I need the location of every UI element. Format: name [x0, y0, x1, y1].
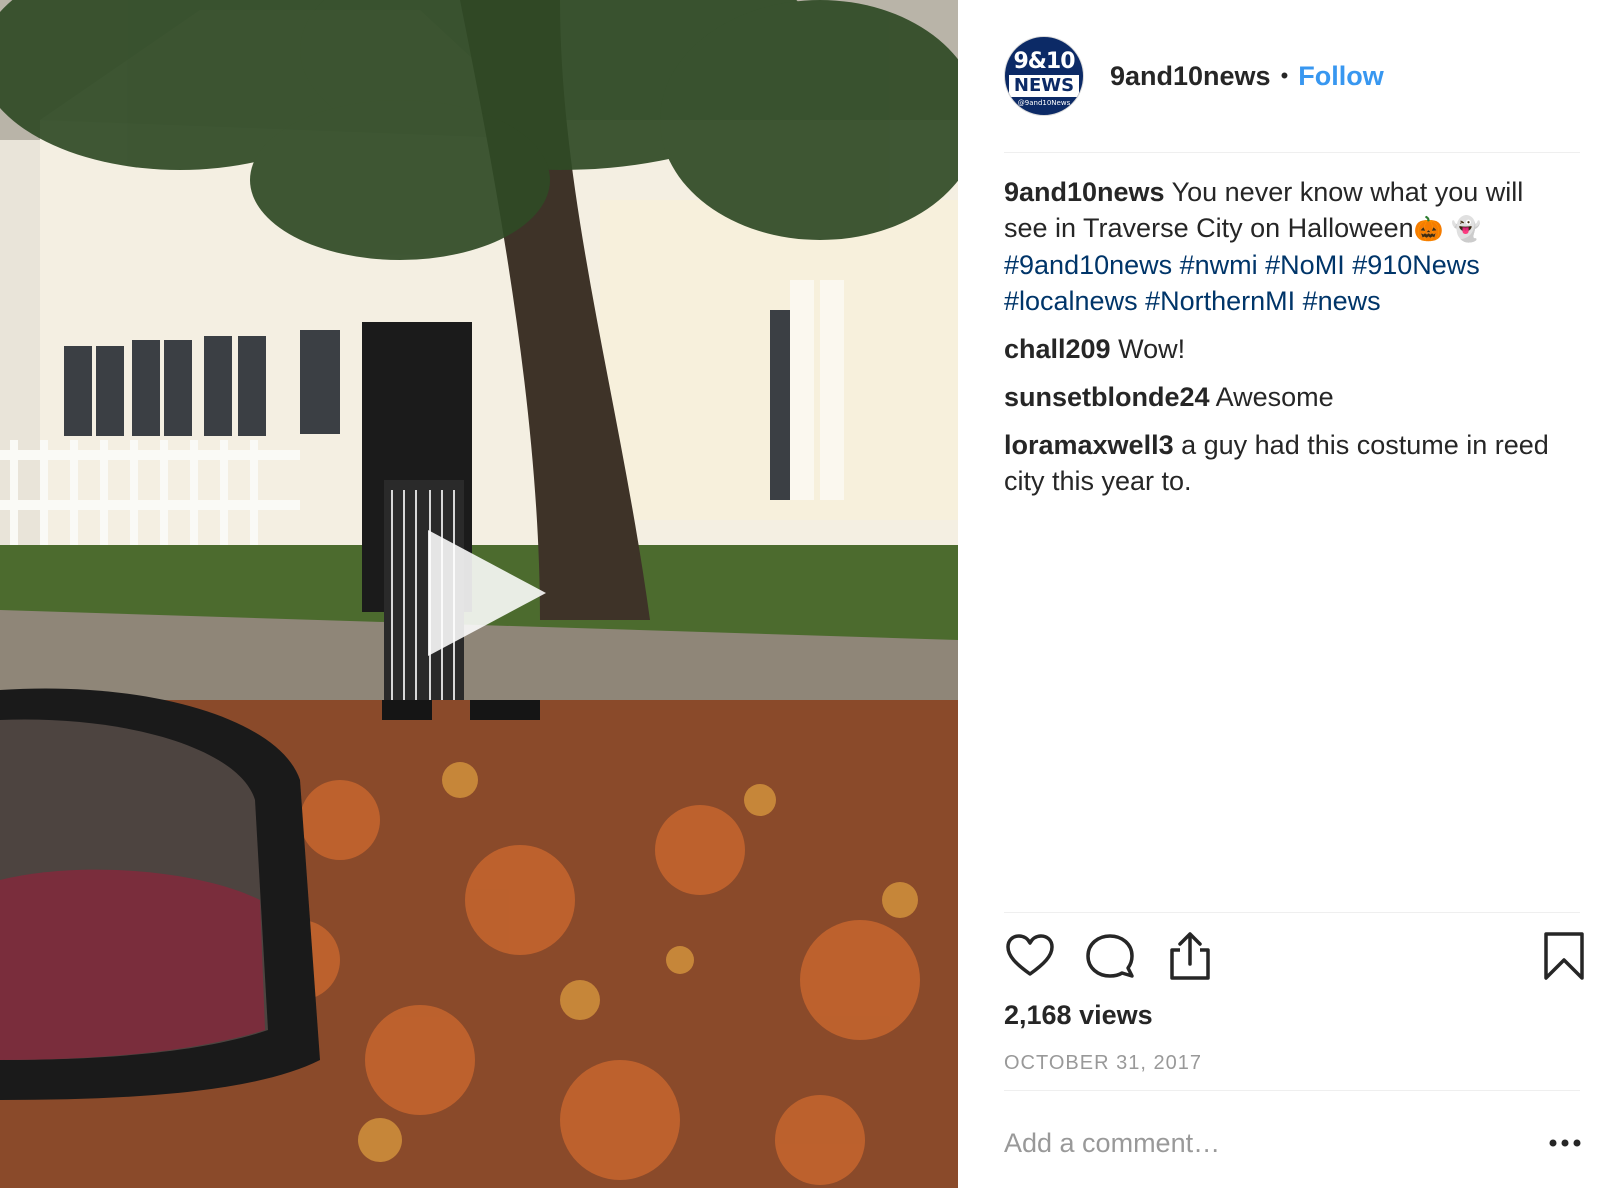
- bookmark-icon: [1544, 932, 1584, 980]
- comments-section: 9and10news You never know what you will …: [1004, 174, 1574, 511]
- like-button[interactable]: [1004, 930, 1056, 982]
- comment-item: sunsetblonde24 Awesome: [1004, 379, 1574, 415]
- avatar-logo-text: 9&10: [1013, 49, 1075, 74]
- heart-icon: [1006, 934, 1054, 976]
- add-comment-input[interactable]: [1004, 1128, 1504, 1159]
- pumpkin-emoji: 🎃: [1413, 215, 1444, 243]
- ghost-emoji: 👻: [1451, 215, 1481, 243]
- more-options-button[interactable]: [1548, 1136, 1582, 1148]
- post-details-panel: 9&10 NEWS @9and10News 9and10news • Follo…: [958, 0, 1620, 1188]
- caption: 9and10news You never know what you will …: [1004, 174, 1574, 319]
- comment-bubble-icon: [1086, 934, 1134, 978]
- post-header: 9&10 NEWS @9and10News 9and10news • Follo…: [1004, 36, 1579, 116]
- comment-item: chall209 Wow!: [1004, 331, 1574, 367]
- play-button[interactable]: [418, 526, 552, 660]
- separator-dot: •: [1280, 63, 1289, 88]
- comment-username[interactable]: sunsetblonde24: [1004, 382, 1210, 412]
- save-button[interactable]: [1538, 930, 1590, 982]
- play-icon: [428, 530, 546, 656]
- comment-username[interactable]: loramaxwell3: [1004, 430, 1174, 460]
- post-video[interactable]: [0, 0, 958, 1188]
- share-button[interactable]: [1164, 930, 1216, 982]
- comment-username[interactable]: chall209: [1004, 334, 1111, 364]
- share-icon: [1170, 932, 1210, 980]
- caption-username[interactable]: 9and10news: [1004, 177, 1165, 207]
- comment-text: Awesome: [1215, 382, 1334, 412]
- more-options-icon: [1549, 1139, 1581, 1147]
- header-username[interactable]: 9and10news: [1110, 61, 1271, 92]
- view-count[interactable]: 2,168 views: [1004, 1000, 1153, 1031]
- avatar[interactable]: 9&10 NEWS @9and10News: [1004, 36, 1084, 116]
- divider: [1004, 1090, 1580, 1091]
- comment-text: Wow!: [1118, 334, 1186, 364]
- caption-hashtags[interactable]: #9and10news #nwmi #NoMI #910News #localn…: [1004, 250, 1480, 316]
- avatar-logo-news: NEWS: [1009, 75, 1079, 97]
- divider: [1004, 912, 1580, 913]
- post-date[interactable]: OCTOBER 31, 2017: [1004, 1052, 1202, 1075]
- avatar-logo-handle: @9and10News: [1017, 99, 1071, 107]
- action-bar: [1004, 930, 1584, 986]
- divider: [1004, 152, 1580, 153]
- follow-button[interactable]: Follow: [1298, 61, 1383, 92]
- comment-item: loramaxwell3 a guy had this costume in r…: [1004, 427, 1574, 499]
- comment-button[interactable]: [1084, 930, 1136, 982]
